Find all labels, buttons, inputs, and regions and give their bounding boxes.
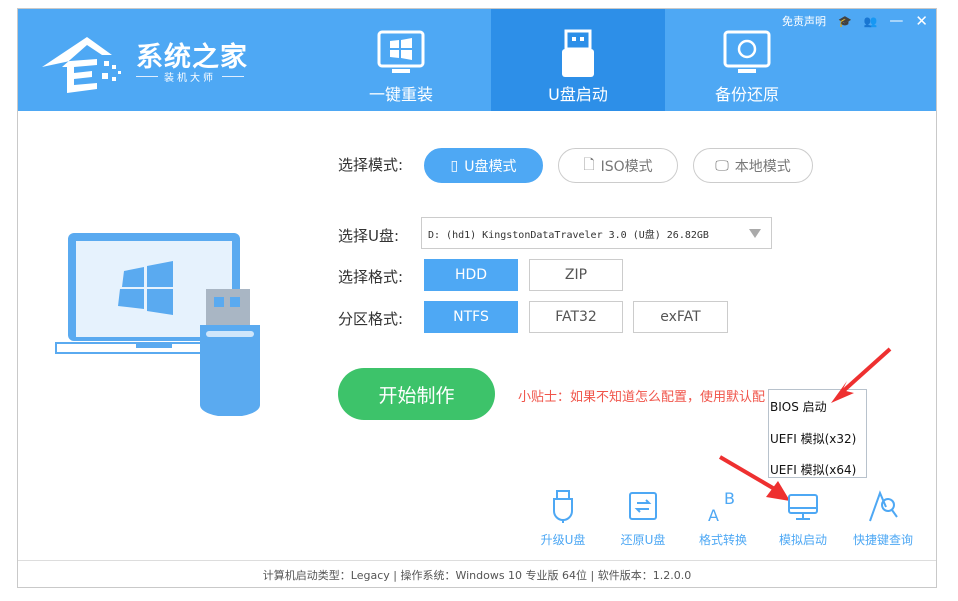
- usb-disk-select[interactable]: D: (hd1) KingstonDataTraveler 3.0 (U盘) 2…: [421, 217, 772, 249]
- upgrade-usb-tool[interactable]: 升级U盘: [523, 489, 603, 548]
- users-icon[interactable]: 👥: [864, 15, 878, 28]
- app-window: 系统之家 装机大师 一键重装 U盘启动 备份还原 免责声明 🎓 👥 — ✕ 选择…: [17, 8, 937, 588]
- close-button[interactable]: ✕: [915, 12, 928, 30]
- monitor-icon: [788, 494, 818, 520]
- usb-plug-icon: [553, 490, 573, 523]
- fat32-option[interactable]: FAT32: [529, 301, 623, 333]
- tool-label: 升级U盘: [540, 533, 586, 547]
- tab-label: U盘启动: [548, 85, 608, 104]
- zip-option[interactable]: ZIP: [529, 259, 623, 291]
- hdd-option[interactable]: HDD: [424, 259, 518, 291]
- usb-mode-button[interactable]: ▯ U盘模式: [424, 148, 543, 183]
- simulate-boot-tool[interactable]: 模拟启动: [763, 489, 843, 548]
- ab-convert-icon: AB: [708, 489, 735, 523]
- format-label: 选择格式:: [338, 268, 404, 286]
- tab-label: 一键重装: [368, 85, 433, 104]
- restore-monitor-icon: [723, 30, 771, 73]
- header: 系统之家 装机大师 一键重装 U盘启动 备份还原 免责声明 🎓 👥 — ✕: [18, 9, 936, 111]
- minimize-button[interactable]: —: [889, 13, 903, 29]
- exfat-option[interactable]: exFAT: [633, 301, 728, 333]
- chevron-down-icon: [749, 229, 761, 238]
- disk-value: D: (hd1) KingstonDataTraveler 3.0 (U盘) 2…: [428, 229, 709, 241]
- brand-subtitle: 装机大师: [136, 69, 244, 84]
- usb-icon: ▯: [450, 157, 459, 174]
- option-label: ISO模式: [600, 158, 653, 175]
- svg-text:B: B: [724, 489, 735, 508]
- tool-label: 快捷键查询: [852, 533, 913, 547]
- iso-mode-button[interactable]: 🗋 ISO模式: [558, 148, 678, 183]
- monitor-icon: 🖵: [715, 157, 729, 174]
- disk-label: 选择U盘:: [338, 227, 400, 245]
- tab-reinstall[interactable]: 一键重装: [314, 9, 488, 111]
- partition-label: 分区格式:: [338, 310, 404, 328]
- logo-icon: [42, 37, 121, 93]
- boot-mode-menu: BIOS 启动 UEFI 模拟(x32) UEFI 模拟(x64): [768, 389, 867, 478]
- svg-text:A: A: [708, 506, 719, 523]
- hotkey-lookup-tool[interactable]: 快捷键查询: [843, 489, 923, 548]
- format-convert-tool[interactable]: A B 格式转换: [683, 489, 763, 548]
- ntfs-option[interactable]: NTFS: [424, 301, 518, 333]
- restore-usb-tool[interactable]: 还原U盘: [603, 489, 683, 548]
- start-button[interactable]: 开始制作: [338, 368, 495, 420]
- tool-label: 还原U盘: [620, 533, 666, 547]
- laptop-usb-illustration: [55, 233, 260, 416]
- mode-label: 选择模式:: [338, 156, 404, 174]
- search-key-icon: [869, 490, 898, 522]
- windows-monitor-icon: [377, 30, 425, 73]
- disc-file-icon: 🗋: [583, 156, 595, 173]
- menu-item-bios[interactable]: BIOS 启动: [770, 398, 827, 415]
- tool-label: 格式转换: [698, 533, 747, 547]
- graduation-cap-icon[interactable]: 🎓: [838, 15, 852, 28]
- option-label: 本地模式: [734, 158, 791, 175]
- tool-label: 模拟启动: [778, 533, 827, 547]
- usb-drive-icon: [562, 29, 594, 77]
- disclaimer-link[interactable]: 免责声明: [782, 13, 826, 29]
- menu-item-uefi-x64[interactable]: UEFI 模拟(x64): [770, 461, 856, 478]
- tab-usb-boot[interactable]: U盘启动: [491, 9, 665, 111]
- menu-item-uefi-x32[interactable]: UEFI 模拟(x32): [770, 430, 856, 447]
- tip-text: 小贴士：如果不知道怎么配置，使用默认配: [518, 390, 766, 405]
- status-bar: 计算机启动类型：Legacy | 操作系统：Windows 10 专业版 64位…: [18, 560, 936, 588]
- tab-label: 备份还原: [714, 85, 779, 104]
- option-label: U盘模式: [464, 158, 517, 175]
- local-mode-button[interactable]: 🖵 本地模式: [693, 148, 813, 183]
- swap-box-icon: [629, 492, 657, 520]
